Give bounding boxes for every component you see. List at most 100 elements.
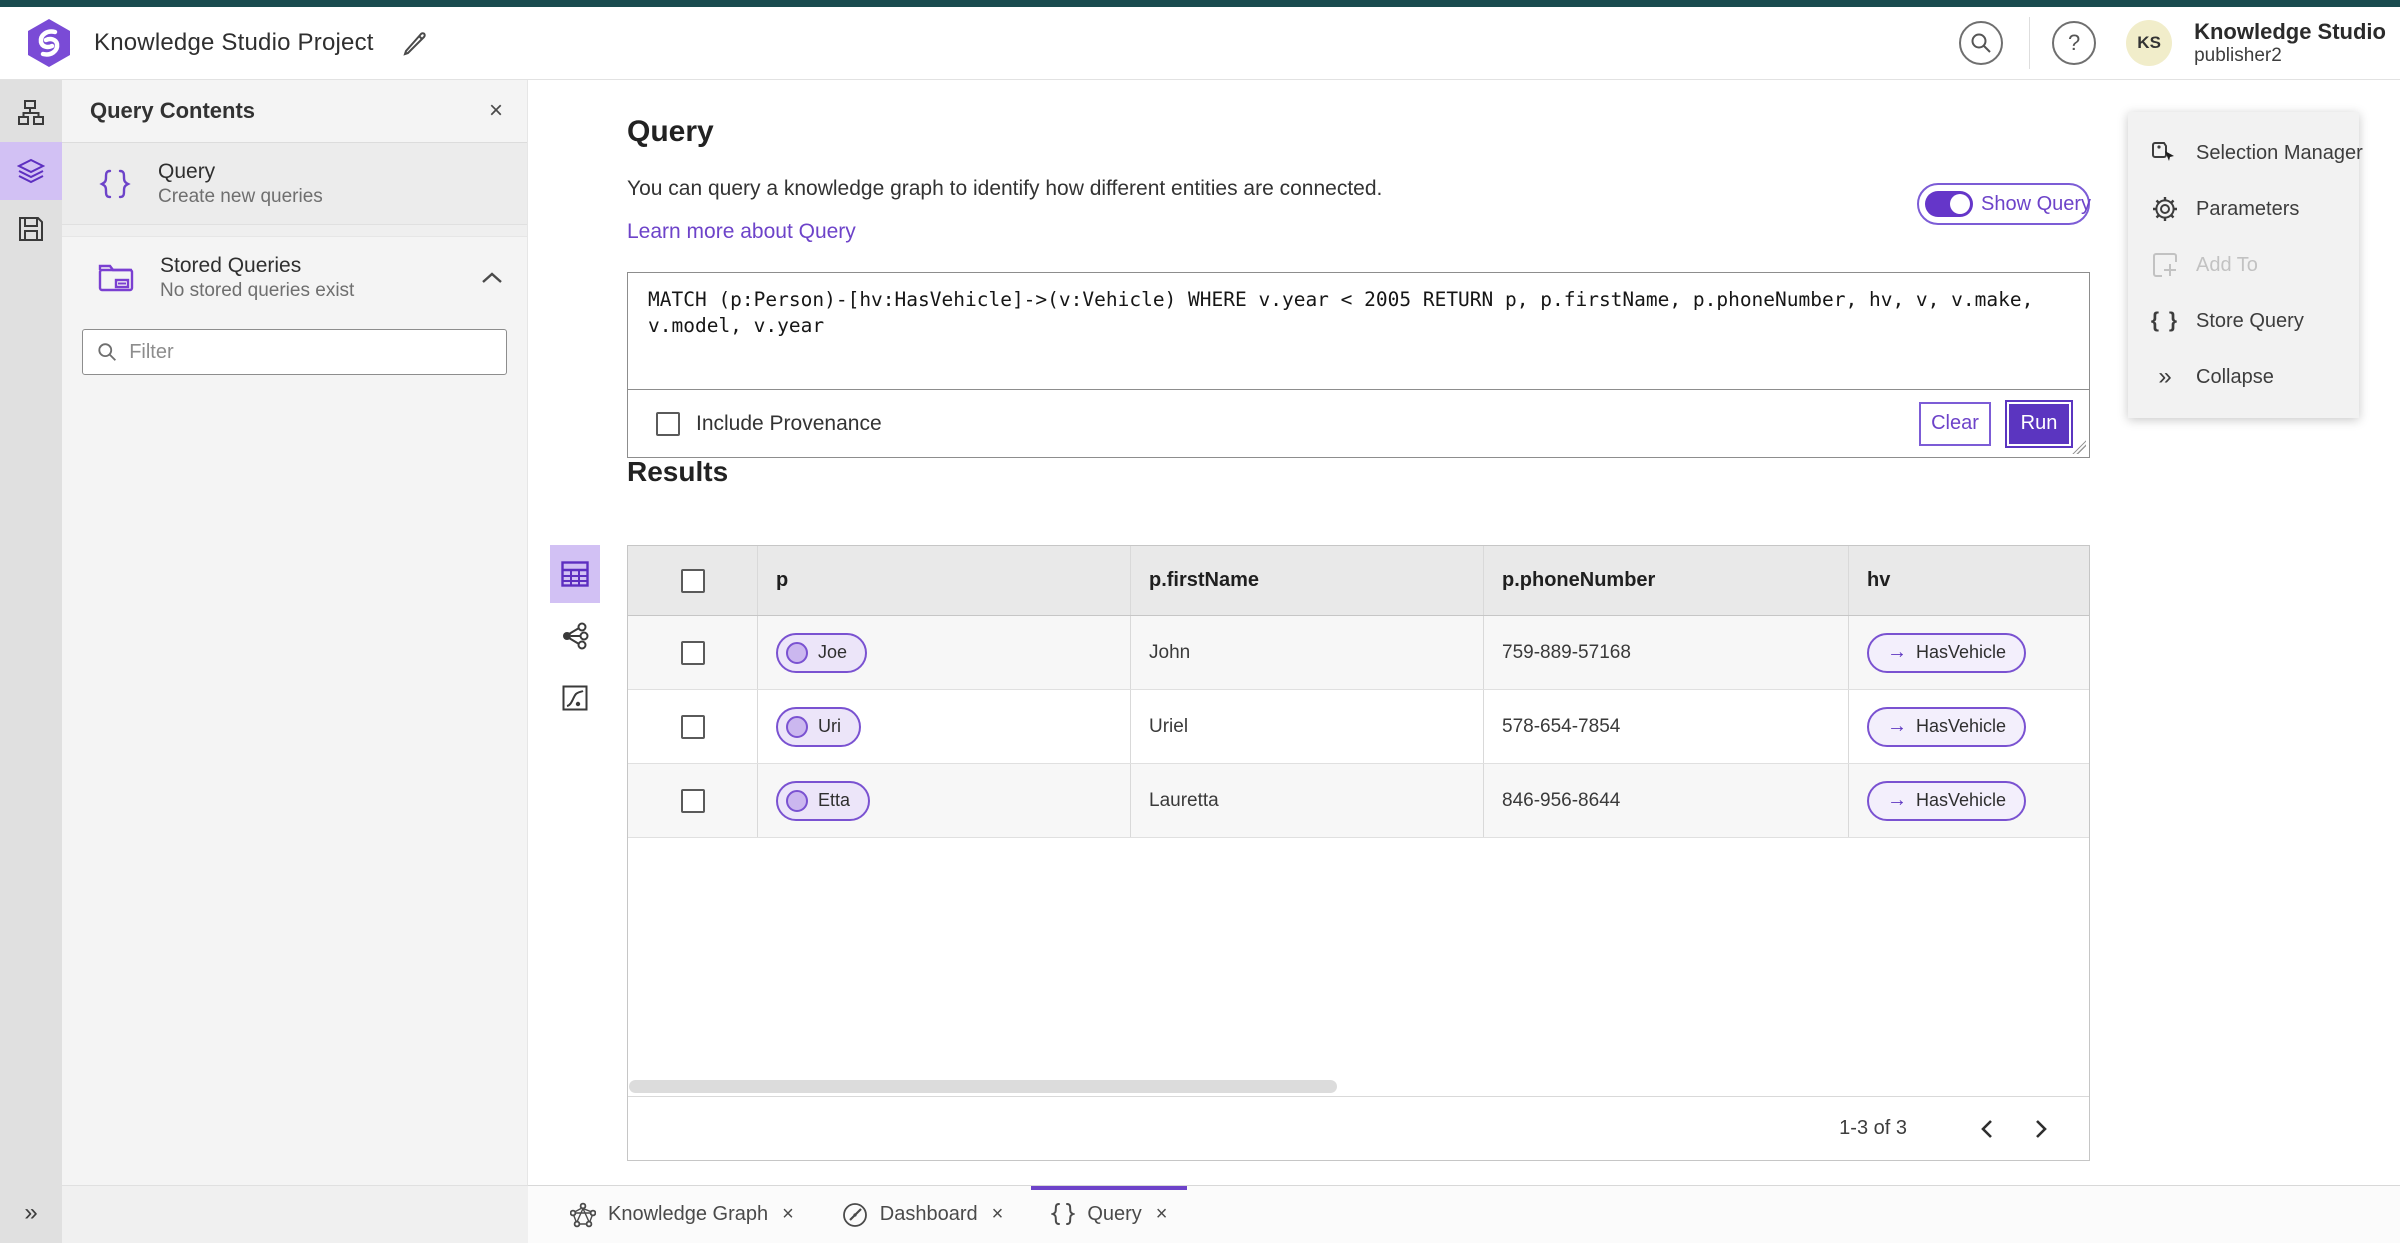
select-all-checkbox[interactable] [680, 568, 705, 593]
close-tab-icon[interactable]: × [1156, 1203, 1168, 1226]
query-editor-footer: Include Provenance Clear Run [628, 390, 2089, 457]
search-icon [1971, 33, 1991, 53]
show-query-label: Show Query [1981, 192, 2092, 215]
cell-firstname: John [1131, 616, 1484, 689]
header-actions: ? KS Knowledge Studio publisher2 [1959, 17, 2386, 69]
bottom-tab-bar: Knowledge Graph × Dashboard × Query × [528, 1185, 2400, 1243]
panel-item-stored-queries[interactable]: Stored Queries No stored queries exist [62, 237, 527, 319]
toggle-on-icon [1925, 191, 1973, 217]
braces-icon: { } [2150, 309, 2180, 332]
column-header-phonenumber[interactable]: p.phoneNumber [1484, 546, 1849, 615]
entity-node-icon [786, 789, 808, 812]
graph-view-button[interactable] [550, 607, 600, 665]
chart-view-icon [562, 685, 588, 711]
layers-icon [17, 158, 45, 184]
graph-view-icon [563, 622, 589, 650]
relationship-pill[interactable]: → HasVehicle [1867, 706, 2027, 747]
arrow-right-icon: → [1887, 715, 1907, 737]
resize-grip-icon[interactable] [2072, 440, 2086, 454]
entity-pill[interactable]: Etta [776, 780, 871, 821]
search-button[interactable] [1959, 21, 2004, 65]
user-info: Knowledge Studio publisher2 [2194, 19, 2386, 66]
table-row[interactable]: Uri Uriel 578-654-7854 → HasVehicle [628, 690, 2089, 764]
chevron-right-icon [2036, 1119, 2047, 1138]
query-textarea[interactable]: MATCH (p:Person)-[hv:HasVehicle]->(v:Veh… [628, 273, 2089, 390]
panel-gap [62, 225, 527, 237]
relationship-pill[interactable]: → HasVehicle [1867, 780, 2027, 821]
table-empty-area [628, 838, 2089, 1076]
clear-button[interactable]: Clear [1919, 401, 1991, 446]
app-root: Knowledge Studio Project ? KS Knowledge … [0, 0, 2400, 1243]
add-to-button: Add To [2128, 240, 2359, 290]
include-provenance-checkbox[interactable] [656, 411, 680, 436]
entity-node-icon [786, 641, 808, 664]
results-table: p p.firstName p.phoneNumber hv Joe John … [627, 545, 2090, 1161]
pagination-range: 1-3 of 3 [1839, 1117, 1907, 1139]
user-name: publisher2 [2194, 44, 2282, 66]
horizontal-scrollbar [628, 1076, 2089, 1096]
app-header: Knowledge Studio Project ? KS Knowledge … [0, 7, 2400, 80]
column-header-hv[interactable]: hv [1849, 546, 2089, 615]
entity-node-icon [786, 715, 808, 738]
close-tab-icon[interactable]: × [992, 1203, 1004, 1226]
tab-dashboard[interactable]: Dashboard × [818, 1186, 1028, 1243]
query-heading: Query [627, 115, 714, 148]
cell-phonenumber: 578-654-7854 [1484, 690, 1849, 763]
chevron-double-right-icon: » [2158, 363, 2172, 390]
table-row[interactable]: Joe John 759-889-57168 → HasVehicle [628, 616, 2089, 690]
rail-item-save[interactable] [0, 200, 62, 258]
column-header-firstname[interactable]: p.firstName [1131, 546, 1484, 615]
tab-knowledge-graph[interactable]: Knowledge Graph × [546, 1186, 818, 1243]
header-divider [2029, 17, 2031, 69]
entity-pill[interactable]: Joe [776, 632, 868, 673]
row-checkbox[interactable] [680, 788, 705, 813]
edit-title-icon[interactable] [400, 28, 430, 58]
filter-input[interactable] [129, 340, 492, 364]
tab-query[interactable]: Query × [1027, 1186, 1191, 1243]
chart-view-button[interactable] [550, 669, 600, 727]
add-to-icon [2153, 253, 2177, 277]
next-page-button[interactable] [2021, 1109, 2061, 1149]
expand-panel-button[interactable]: » [0, 1191, 62, 1235]
close-tab-icon[interactable]: × [782, 1203, 794, 1226]
scrollbar-thumb[interactable] [629, 1079, 1337, 1093]
product-name: Knowledge Studio [2194, 19, 2386, 45]
selection-manager-button[interactable]: Selection Manager [2128, 128, 2363, 178]
parameters-button[interactable]: Parameters [2128, 184, 2359, 234]
panel-item-query[interactable]: Query Create new queries [62, 143, 527, 225]
row-checkbox[interactable] [680, 714, 705, 739]
selection-manager-icon [2152, 142, 2174, 161]
collapse-menu-button[interactable]: » Collapse [2128, 352, 2359, 402]
row-checkbox[interactable] [680, 640, 705, 665]
project-title: Knowledge Studio Project [94, 29, 374, 56]
table-row[interactable]: Etta Lauretta 846-956-8644 → HasVehicle [628, 764, 2089, 838]
table-view-icon [561, 561, 589, 587]
query-editor-box: MATCH (p:Person)-[hv:HasVehicle]->(v:Veh… [627, 272, 2090, 458]
panel-title: Query Contents [90, 98, 256, 123]
show-query-toggle[interactable]: Show Query [1917, 183, 2092, 225]
cell-firstname: Lauretta [1131, 764, 1484, 837]
gear-icon [2153, 197, 2177, 221]
panel-item-sublabel: No stored queries exist [160, 280, 355, 302]
top-accent-strip [0, 0, 2400, 7]
cell-phonenumber: 759-889-57168 [1484, 616, 1849, 689]
left-icon-rail: » [0, 80, 62, 1243]
close-panel-icon[interactable]: × [489, 99, 503, 123]
chevron-left-icon [1981, 1119, 1992, 1138]
relationship-pill[interactable]: → HasVehicle [1867, 632, 2027, 673]
run-button[interactable]: Run [2005, 399, 2073, 448]
store-query-button[interactable]: { } Store Query [2128, 296, 2359, 346]
chevron-up-icon[interactable] [481, 271, 503, 285]
rail-item-model[interactable] [0, 84, 62, 142]
rail-item-layers[interactable] [0, 142, 62, 200]
learn-more-link[interactable]: Learn more about Query [627, 220, 856, 244]
help-button[interactable]: ? [2052, 21, 2097, 65]
stored-queries-folder-icon [98, 264, 134, 292]
search-icon [98, 343, 117, 361]
table-view-button[interactable] [550, 545, 600, 603]
entity-pill[interactable]: Uri [776, 706, 861, 747]
column-header-p[interactable]: p [758, 546, 1131, 615]
user-avatar[interactable]: KS [2126, 20, 2173, 66]
results-view-switcher [550, 545, 600, 727]
previous-page-button[interactable] [1967, 1109, 2007, 1149]
